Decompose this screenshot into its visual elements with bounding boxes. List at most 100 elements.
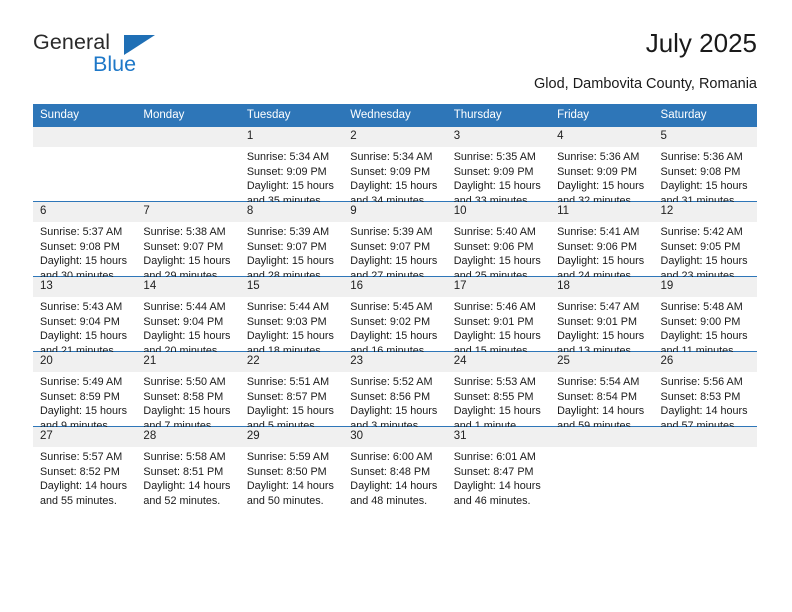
sun-info-line: Sunset: 8:58 PM [143, 390, 224, 403]
calendar-header-row: Sunday Monday Tuesday Wednesday Thursday Frid… [33, 104, 757, 127]
calendar-day-cell[interactable]: 20 Sunrise: 5:49 AM Sunset: 8:59 PM Dayligh… [33, 351, 137, 432]
day-number: 2 [343, 127, 447, 147]
day-number: 12 [653, 202, 757, 222]
sun-info-line: and 52 minutes. [143, 494, 221, 507]
calendar-day-cell[interactable]: 21 Sunrise: 5:50 AM Sunset: 8:58 PM Dayligh… [136, 351, 240, 432]
calendar-day-cell[interactable]: 30 Sunrise: 6:00 AM Sunset: 8:48 PM Dayligh… [343, 426, 447, 507]
sun-info-line: Sunrise: 5:51 AM [246, 376, 330, 388]
day-cell-inner: 27 Sunrise: 5:57 AM Sunset: 8:52 PM Dayligh… [33, 427, 137, 507]
calendar-day-cell[interactable]: 28 Sunrise: 5:58 AM Sunset: 8:51 PM Dayligh… [136, 426, 240, 507]
day-cell-inner: 17 Sunrise: 5:46 AM Sunset: 9:01 PM Dayligh… [446, 277, 551, 357]
sun-info: Sunrise: 5:45 AM Sunset: 9:02 PM Daylight:… [343, 297, 446, 358]
sun-info: Sunrise: 5:46 AM Sunset: 9:01 PM Daylight:… [447, 297, 550, 358]
day-number: 14 [136, 277, 240, 297]
calendar-day-cell[interactable]: 24 Sunrise: 5:53 AM Sunset: 8:55 PM Dayligh… [446, 351, 551, 432]
calendar-day-cell[interactable]: 19 Sunrise: 5:48 AM Sunset: 9:00 PM Dayligh… [653, 276, 757, 357]
calendar-day-cell[interactable]: 13 Sunrise: 5:43 AM Sunset: 9:04 PM Dayligh… [33, 276, 137, 357]
calendar-day-cell[interactable]: 2 Sunrise: 5:34 AM Sunset: 9:09 PM Daylight… [343, 126, 447, 207]
sun-info: Sunrise: 5:42 AM Sunset: 9:05 PM Daylight:… [654, 222, 757, 283]
sun-info-line: Daylight: 14 hours [660, 405, 748, 418]
calendar-day-cell[interactable]: 22 Sunrise: 5:51 AM Sunset: 8:57 PM Dayligh… [239, 351, 344, 432]
sun-info-line: Daylight: 15 hours [557, 180, 645, 193]
sun-info: Sunrise: 5:39 AM Sunset: 9:07 PM Daylight:… [240, 222, 343, 283]
sun-info-line: Sunset: 9:09 PM [557, 165, 637, 178]
calendar-day-cell[interactable]: 14 Sunrise: 5:44 AM Sunset: 9:04 PM Dayligh… [136, 276, 240, 357]
day-cell-inner: 8 Sunrise: 5:39 AM Sunset: 9:07 PM Daylight… [239, 202, 344, 282]
calendar-day-cell[interactable]: 1 Sunrise: 5:34 AM Sunset: 9:09 PM Daylight… [239, 126, 344, 207]
calendar-day-cell[interactable]: 17 Sunrise: 5:46 AM Sunset: 9:01 PM Dayligh… [446, 276, 551, 357]
sun-info-line: Sunrise: 6:00 AM [350, 451, 433, 463]
day-number: 30 [343, 427, 447, 447]
sun-info-line: Daylight: 15 hours [557, 330, 645, 343]
sun-info-line: Sunset: 9:00 PM [660, 315, 741, 328]
day-cell-inner: 9 Sunrise: 5:39 AM Sunset: 9:07 PM Daylight… [343, 202, 447, 282]
sun-info-line: Sunrise: 5:42 AM [660, 226, 743, 238]
general-blue-logo[interactable]: General Blue [33, 30, 213, 82]
sun-info-line: Sunset: 9:09 PM [453, 165, 534, 178]
sun-info: Sunrise: 5:54 AM Sunset: 8:54 PM Daylight:… [550, 372, 653, 433]
day-cell-inner: 5 Sunrise: 5:36 AM Sunset: 9:08 PM Daylight… [653, 127, 757, 207]
sun-info-line: Sunrise: 5:53 AM [453, 376, 536, 388]
day-number: 1 [239, 127, 344, 147]
calendar-empty-cell [33, 126, 137, 202]
day-cell-inner: 15 Sunrise: 5:44 AM Sunset: 9:03 PM Dayligh… [239, 277, 344, 357]
day-cell-inner [136, 127, 240, 201]
sun-info-line: Sunset: 9:04 PM [143, 315, 224, 328]
day-cell-inner: 18 Sunrise: 5:47 AM Sunset: 9:01 PM Dayligh… [550, 277, 654, 357]
sun-info-line: Sunset: 9:07 PM [143, 240, 224, 253]
day-cell-inner: 29 Sunrise: 5:59 AM Sunset: 8:50 PM Dayligh… [239, 427, 344, 507]
calendar-day-cell[interactable]: 4 Sunrise: 5:36 AM Sunset: 9:09 PM Daylight… [550, 126, 654, 207]
calendar-day-cell[interactable]: 6 Sunrise: 5:37 AM Sunset: 9:08 PM Daylight… [33, 201, 137, 282]
calendar-table: Sunday Monday Tuesday Wednesday Thursday Frid… [33, 104, 757, 507]
day-cell-inner: 10 Sunrise: 5:40 AM Sunset: 9:06 PM Dayligh… [446, 202, 551, 282]
sun-info-line: Sunset: 9:04 PM [40, 315, 120, 328]
day-cell-inner: 11 Sunrise: 5:41 AM Sunset: 9:06 PM Dayligh… [550, 202, 654, 282]
sun-info-line: Sunrise: 5:36 AM [660, 151, 743, 163]
calendar-day-cell[interactable]: 31 Sunrise: 6:01 AM Sunset: 8:47 PM Dayligh… [446, 426, 551, 507]
calendar-day-cell[interactable]: 29 Sunrise: 5:59 AM Sunset: 8:50 PM Dayligh… [239, 426, 344, 507]
sun-info-line: Sunset: 9:07 PM [350, 240, 431, 253]
day-number: 20 [33, 352, 137, 372]
calendar-day-cell[interactable]: 8 Sunrise: 5:39 AM Sunset: 9:07 PM Daylight… [239, 201, 344, 282]
sun-info: Sunrise: 5:34 AM Sunset: 9:09 PM Daylight:… [343, 147, 446, 208]
calendar-day-cell[interactable]: 26 Sunrise: 5:56 AM Sunset: 8:53 PM Dayligh… [653, 351, 757, 432]
sun-info-line: Sunset: 8:52 PM [40, 465, 120, 478]
sun-info-line: Sunset: 9:08 PM [660, 165, 741, 178]
calendar-day-cell[interactable]: 5 Sunrise: 5:36 AM Sunset: 9:08 PM Daylight… [653, 126, 757, 207]
calendar-day-cell[interactable]: 12 Sunrise: 5:42 AM Sunset: 9:05 PM Dayligh… [653, 201, 757, 282]
sun-info-line: Daylight: 15 hours [246, 180, 334, 193]
day-number: 26 [653, 352, 757, 372]
sun-info-line: Sunrise: 5:56 AM [660, 376, 743, 388]
day-cell-inner: 20 Sunrise: 5:49 AM Sunset: 8:59 PM Dayligh… [33, 352, 137, 432]
sun-info-line: Sunrise: 5:39 AM [350, 226, 433, 238]
day-cell-inner [33, 127, 137, 201]
calendar-day-cell[interactable]: 25 Sunrise: 5:54 AM Sunset: 8:54 PM Dayligh… [550, 351, 654, 432]
day-cell-inner: 23 Sunrise: 5:52 AM Sunset: 8:56 PM Dayligh… [343, 352, 447, 432]
sun-info-line: Sunrise: 5:44 AM [143, 301, 226, 313]
day-cell-inner: 24 Sunrise: 5:53 AM Sunset: 8:55 PM Dayligh… [446, 352, 551, 432]
calendar-day-cell[interactable]: 3 Sunrise: 5:35 AM Sunset: 9:09 PM Daylight… [446, 126, 551, 207]
calendar-day-cell[interactable]: 27 Sunrise: 5:57 AM Sunset: 8:52 PM Dayligh… [33, 426, 137, 507]
calendar-day-cell[interactable]: 16 Sunrise: 5:45 AM Sunset: 9:02 PM Dayligh… [343, 276, 447, 357]
sun-info: Sunrise: 5:57 AM Sunset: 8:52 PM Daylight:… [33, 447, 136, 508]
sun-info-line: Daylight: 15 hours [350, 180, 438, 193]
sun-info: Sunrise: 5:58 AM Sunset: 8:51 PM Daylight:… [136, 447, 239, 508]
sun-info: Sunrise: 5:49 AM Sunset: 8:59 PM Daylight:… [33, 372, 136, 433]
calendar-day-cell[interactable]: 11 Sunrise: 5:41 AM Sunset: 9:06 PM Dayligh… [550, 201, 654, 282]
sun-info: Sunrise: 5:44 AM Sunset: 9:04 PM Daylight:… [136, 297, 239, 358]
calendar-day-cell[interactable]: 9 Sunrise: 5:39 AM Sunset: 9:07 PM Daylight… [343, 201, 447, 282]
day-number: 17 [446, 277, 551, 297]
calendar-day-cell[interactable]: 10 Sunrise: 5:40 AM Sunset: 9:06 PM Dayligh… [446, 201, 551, 282]
sun-info-line: Daylight: 15 hours [453, 330, 541, 343]
calendar-day-cell[interactable]: 18 Sunrise: 5:47 AM Sunset: 9:01 PM Dayligh… [550, 276, 654, 357]
sun-info-line: Sunrise: 5:48 AM [660, 301, 743, 313]
calendar-day-cell[interactable]: 15 Sunrise: 5:44 AM Sunset: 9:03 PM Dayligh… [239, 276, 344, 357]
sun-info: Sunrise: 5:37 AM Sunset: 9:08 PM Daylight:… [33, 222, 136, 283]
sun-info: Sunrise: 5:38 AM Sunset: 9:07 PM Daylight:… [136, 222, 239, 283]
calendar-day-cell[interactable]: 23 Sunrise: 5:52 AM Sunset: 8:56 PM Dayligh… [343, 351, 447, 432]
day-number: 9 [343, 202, 447, 222]
calendar-empty-cell [550, 426, 654, 501]
sun-info-line: Sunset: 9:08 PM [40, 240, 120, 253]
day-number: 25 [550, 352, 654, 372]
calendar-day-cell[interactable]: 7 Sunrise: 5:38 AM Sunset: 9:07 PM Daylight… [136, 201, 240, 282]
